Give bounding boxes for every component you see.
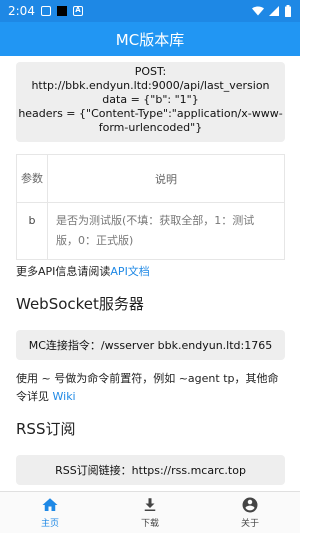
account-circle-icon: [242, 497, 258, 513]
api-more-info: 更多API信息请阅读API文档: [16, 263, 150, 279]
nav-item-about[interactable]: 关于: [200, 492, 300, 533]
main-content[interactable]: POST: http://bbk.endyun.ltd:9000/api/las…: [0, 56, 300, 491]
signal-icon: [269, 6, 279, 16]
wiki-link[interactable]: Wiki: [53, 390, 76, 403]
nav-label-download: 下载: [140, 519, 159, 529]
table-header-desc: 说明: [47, 154, 285, 203]
nav-label-about: 关于: [240, 519, 259, 529]
rss-link[interactable]: RSS订阅链接：https://rss.mcarc.top: [55, 462, 246, 478]
websocket-heading: WebSocket服务器: [16, 295, 144, 313]
app-bar: MC版本库: [0, 22, 300, 56]
param-table: 参数 说明 b 是否为测试版(不填：获取全部，1：测试版，0：正式版): [16, 154, 285, 260]
status-time: 2:04: [8, 4, 35, 18]
download-icon: [144, 498, 156, 511]
api-request-line: http://bbk.endyun.ltd:9000/api/last_vers…: [31, 79, 270, 92]
rss-heading: RSS订阅: [16, 420, 76, 438]
table-cell-param: b: [16, 202, 48, 260]
black-square-icon: [56, 6, 67, 16]
table-header-row: 参数 说明: [16, 154, 285, 203]
a-icon: A: [72, 6, 83, 16]
nav-item-home[interactable]: 主页: [0, 492, 100, 533]
nav-item-download[interactable]: 下载: [100, 492, 200, 533]
bottom-nav: 主页 下载 关于: [0, 491, 300, 533]
status-bar: 2:04 A: [0, 0, 300, 22]
websocket-command: MC连接指令：/wsserver bbk.endyun.ltd:1765: [28, 339, 273, 352]
websocket-usage: 使用 ~ 号做为命令前置符，例如 ~agent tp，其他命令详见 Wiki: [16, 370, 286, 406]
table-header-param: 参数: [16, 154, 48, 203]
api-request-line: POST:: [134, 65, 167, 78]
image-icon: [40, 6, 51, 16]
websocket-command-box: MC连接指令：/wsserver bbk.endyun.ltd:1765: [16, 330, 285, 360]
api-request-box: POST: http://bbk.endyun.ltd:9000/api/las…: [16, 62, 285, 142]
rss-link-box[interactable]: RSS订阅链接：https://rss.mcarc.top: [16, 455, 285, 485]
battery-icon: [285, 5, 291, 17]
table-cell-desc: 是否为测试版(不填：获取全部，1：测试版，0：正式版): [47, 202, 285, 260]
nav-label-home: 主页: [40, 519, 59, 529]
wifi-icon: [252, 6, 264, 16]
app-title: MC版本库: [115, 30, 185, 49]
api-request-line: headers = {"Content-Type":"application/x…: [18, 107, 283, 134]
api-request-line: data = {"b": "1"}: [102, 93, 199, 106]
table-row: b 是否为测试版(不填：获取全部，1：测试版，0：正式版): [16, 202, 285, 260]
api-docs-link[interactable]: API文档: [110, 265, 149, 278]
home-icon: [42, 498, 58, 511]
api-more-prefix: 更多API信息请阅读: [16, 265, 111, 278]
